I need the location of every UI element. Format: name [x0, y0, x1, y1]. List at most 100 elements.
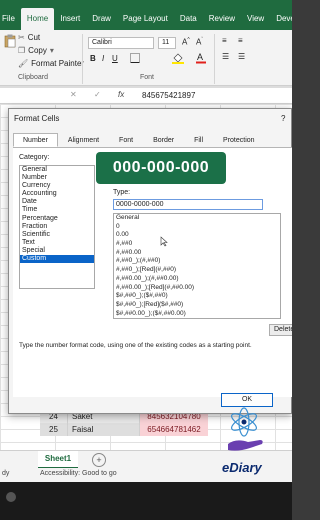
italic-button[interactable]: I [102, 54, 104, 63]
format-hint: Type the number format code, using one o… [19, 342, 252, 349]
copy-icon: ❐ [18, 46, 26, 55]
list-item[interactable]: Number [20, 174, 94, 182]
align-middle-button[interactable]: ≡ [238, 36, 243, 45]
category-label: Category: [19, 154, 50, 161]
font-name-select[interactable]: Calibri [88, 37, 154, 49]
format-callout: 000-000-000 [96, 152, 226, 184]
list-item[interactable]: $#,##0_);($#,##0) [114, 292, 280, 301]
grow-font-button[interactable]: A^ [182, 37, 190, 47]
dialog-title: Format Cells [14, 114, 60, 123]
atom-hand-icon [228, 407, 263, 451]
type-input[interactable]: 0000-0000-000 [113, 199, 263, 210]
insert-function-button[interactable]: fx [118, 90, 124, 99]
formula-input[interactable]: 845675421897 [142, 91, 195, 100]
list-item[interactable]: Scientific [20, 231, 94, 239]
sheet-tab[interactable]: Sheet1 [38, 451, 78, 469]
list-item[interactable]: General [20, 166, 94, 174]
bold-button[interactable]: B [90, 54, 96, 63]
table-row: 25 Faisal 654664781462 [40, 423, 208, 436]
tab-home[interactable]: Home [20, 8, 55, 30]
list-item-selected[interactable]: Custom [20, 255, 94, 264]
formula-bar: ✕ ✓ fx 845675421897 [0, 88, 292, 104]
tab-number[interactable]: Number [13, 133, 58, 147]
name-cell[interactable]: Faisal [68, 423, 140, 436]
tab-review[interactable]: Review [203, 8, 241, 30]
list-item[interactable]: Special [20, 247, 94, 255]
align-center-button[interactable]: ☰ [238, 52, 245, 61]
tab-font[interactable]: Font [109, 133, 143, 147]
paste-button[interactable] [4, 34, 16, 50]
list-item[interactable]: Fraction [20, 223, 94, 231]
list-item[interactable]: 0.00 [114, 231, 280, 240]
list-item[interactable]: #,##0 [114, 240, 280, 249]
type-label: Type: [113, 189, 131, 196]
tab-fill[interactable]: Fill [184, 133, 213, 147]
copy-label: Copy [28, 46, 47, 55]
list-item[interactable]: #,##0.00_);[Red](#,##0.00) [114, 284, 280, 293]
list-item[interactable]: Percentage [20, 215, 94, 223]
add-sheet-icon[interactable]: + [92, 453, 106, 467]
svg-text:A: A [197, 52, 203, 62]
copy-button[interactable]: ❐ Copy ▾ [18, 46, 54, 55]
ribbon-home: ✂ Cut ❐ Copy ▾ 🖌 Format Painter Clipboar… [0, 30, 292, 86]
scissors-icon: ✂ [18, 33, 25, 42]
border-icon [130, 53, 140, 63]
cancel-formula-icon[interactable]: ✕ [70, 90, 77, 99]
shrink-font-button[interactable]: Aˇ [196, 37, 203, 47]
list-item[interactable]: Currency [20, 182, 94, 190]
status-ready: dy [2, 470, 10, 477]
mouse-cursor-icon [160, 236, 168, 249]
tab-developer[interactable]: Developer [270, 8, 292, 30]
list-item[interactable]: Time [20, 206, 94, 214]
list-item[interactable]: #,##0_);(#,##0) [114, 257, 280, 266]
help-icon[interactable]: ? [281, 114, 285, 123]
list-item[interactable]: #,##0.00_);(#,##0.00) [114, 275, 280, 284]
tab-insert[interactable]: Insert [54, 8, 86, 30]
record-icon [6, 492, 16, 502]
font-color-icon: A [196, 52, 206, 64]
row-number-cell[interactable]: 25 [40, 423, 68, 436]
tab-alignment[interactable]: Alignment [58, 133, 109, 147]
list-item[interactable]: Accounting [20, 190, 94, 198]
format-code-list[interactable]: General 0 0.00 #,##0 #,##0.00 #,##0_);(#… [113, 213, 281, 319]
group-divider [214, 34, 215, 84]
tab-draw[interactable]: Draw [86, 8, 117, 30]
enter-formula-icon[interactable]: ✓ [94, 90, 101, 99]
list-item[interactable]: 0 [114, 223, 280, 232]
excel-window: File Home Insert Draw Page Layout Data R… [0, 0, 292, 520]
list-item[interactable]: Text [20, 239, 94, 247]
underline-button[interactable]: U [112, 54, 118, 63]
list-item[interactable]: #,##0_);[Red](#,##0) [114, 266, 280, 275]
brush-icon: 🖌 [18, 59, 29, 68]
font-size-select[interactable]: 11 [158, 37, 176, 49]
cut-button[interactable]: ✂ Cut [18, 33, 40, 42]
list-item[interactable]: General [114, 214, 280, 223]
align-top-button[interactable]: ≡ [222, 36, 227, 45]
font-color-button[interactable]: A [196, 52, 206, 66]
list-item[interactable]: $#,##0.00_);($#,##0.00) [114, 310, 280, 318]
phone-cell[interactable]: 654664781462 [140, 423, 208, 436]
chevron-down-icon: ▾ [49, 46, 54, 55]
category-list[interactable]: General Number Currency Accounting Date … [19, 165, 95, 289]
tab-view[interactable]: View [241, 8, 270, 30]
paste-icon [4, 34, 16, 50]
tab-page-layout[interactable]: Page Layout [117, 8, 174, 30]
fill-color-button[interactable] [172, 53, 184, 66]
format-painter-label: Format Painter [31, 59, 85, 68]
taskbar [0, 482, 292, 520]
format-painter-button[interactable]: 🖌 Format Painter [18, 59, 84, 68]
tab-protection[interactable]: Protection [213, 133, 265, 147]
delete-button[interactable]: Delete [269, 324, 292, 336]
accessibility-status[interactable]: Accessibility: Good to go [40, 470, 117, 477]
ribbon-tabs: File Home Insert Draw Page Layout Data R… [0, 8, 292, 30]
clipboard-group-label: Clipboard [18, 74, 48, 81]
list-item[interactable]: Date [20, 198, 94, 206]
number-tab-panel: Category: General Number Currency Accoun… [13, 147, 292, 397]
tab-data[interactable]: Data [174, 8, 203, 30]
border-button[interactable] [130, 53, 140, 65]
tab-file[interactable]: File [0, 8, 21, 30]
tab-border[interactable]: Border [143, 133, 184, 147]
list-item[interactable]: $#,##0_);[Red]($#,##0) [114, 301, 280, 310]
list-item[interactable]: #,##0.00 [114, 249, 280, 258]
align-left-button[interactable]: ☰ [222, 52, 229, 61]
